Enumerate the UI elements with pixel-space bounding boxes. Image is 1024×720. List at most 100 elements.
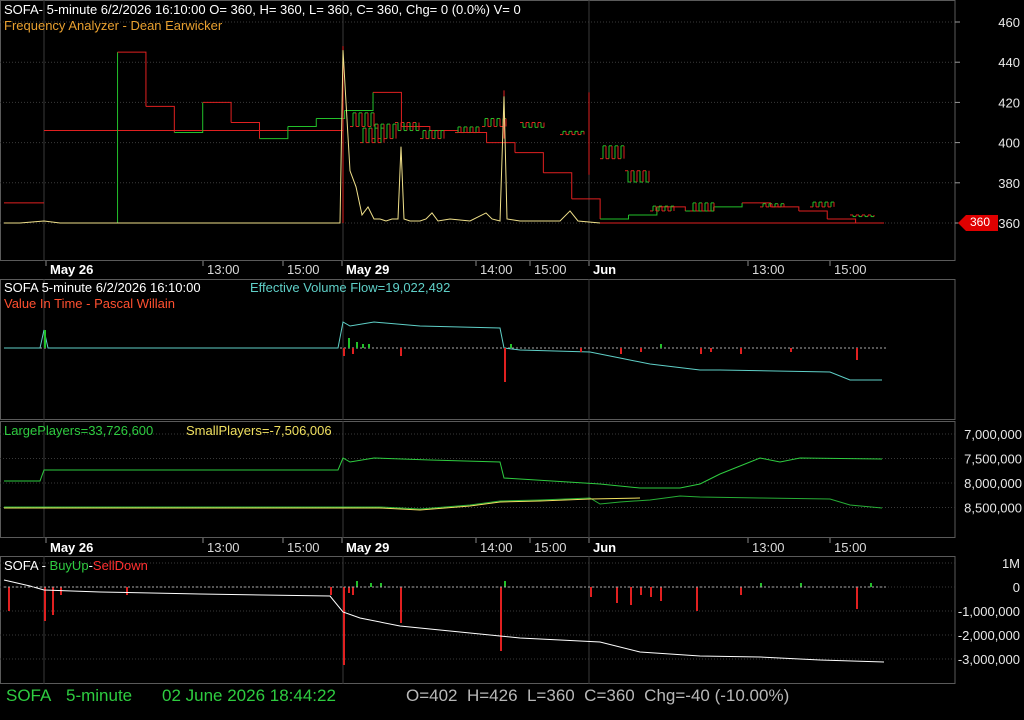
players-axis-label-2: 8,000,000 bbox=[964, 476, 1022, 491]
xaxis-top-label-3: May 29 bbox=[346, 262, 389, 277]
vit-bar-6 bbox=[368, 344, 370, 348]
status-interval: 5-minute bbox=[66, 686, 133, 705]
buysell-bar-7 bbox=[348, 587, 350, 593]
xaxis-bottom-label-4: 14:00 bbox=[480, 540, 513, 555]
xaxis-top-label-0: May 26 bbox=[50, 262, 93, 277]
panel-border-4 bbox=[0, 556, 956, 684]
vit-bar-10 bbox=[580, 348, 582, 352]
price-step-30 bbox=[827, 218, 857, 223]
price-step-13 bbox=[344, 92, 374, 111]
buysell-bar-16 bbox=[616, 587, 618, 603]
vit-bar-1 bbox=[343, 348, 345, 356]
price-step-29 bbox=[798, 210, 828, 219]
price-axis-label-4: 380 bbox=[998, 176, 1020, 191]
xaxis-top-label-4: 14:00 bbox=[480, 262, 513, 277]
price-step-10 bbox=[259, 126, 289, 140]
buysell-bar-1 bbox=[44, 587, 46, 621]
buysell-bar-13 bbox=[500, 587, 502, 651]
buysell-axis-label-3: -2,000,000 bbox=[958, 628, 1020, 643]
vit-bar-13 bbox=[660, 344, 662, 348]
buysell-bar-14 bbox=[504, 581, 506, 587]
xaxis-top-label-1: 13:00 bbox=[207, 262, 240, 277]
status-symbol: SOFA bbox=[6, 686, 52, 705]
xaxis-top-label-6: Jun bbox=[593, 262, 616, 277]
large-players-label: LargePlayers=33,726,600 bbox=[4, 423, 154, 438]
price-axis-label-3: 400 bbox=[998, 136, 1020, 151]
last-price-badge-text: 360 bbox=[970, 215, 991, 229]
buysell-bar-26 bbox=[870, 583, 872, 587]
price-step-28 bbox=[770, 206, 800, 211]
price-step-17 bbox=[458, 132, 488, 143]
buysell-bar-24 bbox=[800, 583, 802, 587]
price-step-11 bbox=[287, 118, 317, 128]
price-step-8 bbox=[202, 101, 232, 123]
buysell-bar-22 bbox=[740, 587, 742, 595]
vit-panel-header: SOFA 5-minute 6/2/2026 16:10:00 bbox=[4, 280, 201, 295]
buysell-bar-18 bbox=[640, 587, 642, 595]
price-step-14 bbox=[373, 91, 402, 127]
price-step-20 bbox=[543, 172, 573, 199]
price-axis-label-1: 440 bbox=[998, 55, 1020, 70]
buysell-axis-label-1: 0 bbox=[1013, 580, 1020, 595]
xaxis-bottom-label-1: 13:00 bbox=[207, 540, 240, 555]
players-axis-label-0: 7,000,000 bbox=[964, 427, 1022, 442]
price-step-7 bbox=[174, 102, 204, 134]
buyup-selldown-title: SOFA - BuyUp-SellDown bbox=[4, 558, 148, 573]
buysell-axis-label-4: -3,000,000 bbox=[958, 652, 1020, 667]
buysell-bar-5 bbox=[330, 587, 332, 595]
xaxis-top-label-2: 15:00 bbox=[287, 262, 320, 277]
xaxis-bottom-label-0: May 26 bbox=[50, 540, 93, 555]
buysell-bar-23 bbox=[760, 583, 762, 587]
panel-border-3 bbox=[0, 421, 956, 538]
players-axis-label-1: 7,500,000 bbox=[964, 452, 1022, 467]
symbol-label: SOFA bbox=[4, 558, 38, 573]
buysell-bar-0 bbox=[8, 587, 10, 611]
players-axis-label-3: 8,500,000 bbox=[964, 501, 1022, 516]
price-panel-header: SOFA- 5-minute 6/2/2026 16:10:00 O= 360,… bbox=[4, 2, 521, 17]
status-datetime: 02 June 2026 18:44:22 bbox=[162, 686, 336, 705]
effective-volume-flow-line bbox=[4, 321, 882, 381]
vit-bar-2 bbox=[348, 338, 350, 348]
value-in-time-label: Value In Time - Pascal Willain bbox=[4, 296, 175, 311]
price-axis-label-0: 460 bbox=[998, 15, 1020, 30]
vit-bar-15 bbox=[710, 348, 712, 352]
price-axis-label-5: 360 bbox=[998, 216, 1020, 231]
buysell-bar-15 bbox=[590, 587, 592, 597]
vit-bar-4 bbox=[356, 342, 358, 348]
buysell-bar-12 bbox=[400, 587, 402, 623]
vit-bar-3 bbox=[352, 348, 354, 354]
buysell-bar-25 bbox=[856, 587, 858, 609]
vit-bar-11 bbox=[620, 348, 622, 354]
price-axis-label-2: 420 bbox=[998, 95, 1020, 110]
price-step-6 bbox=[145, 105, 175, 133]
chart-canvas: 460 440 420 400 380 360 May 26 May 26 13:00 13:00… bbox=[0, 0, 1022, 684]
price-step-5 bbox=[117, 51, 147, 107]
xaxis-bottom-label-3: May 29 bbox=[346, 540, 389, 555]
price-step-21 bbox=[571, 198, 601, 219]
buysell-bar-10 bbox=[370, 583, 372, 587]
xaxis-bottom-label-8: 15:00 bbox=[834, 540, 867, 555]
price-step-4 bbox=[89, 52, 119, 224]
last-price-badge: 360 bbox=[958, 215, 998, 231]
buysell-axis-label-2: -1,000,000 bbox=[958, 604, 1020, 619]
vit-bar-17 bbox=[790, 348, 792, 352]
buysell-bar-8 bbox=[352, 587, 354, 595]
xaxis-top-label-8: 15:00 bbox=[834, 262, 867, 277]
buysell-bar-21 bbox=[696, 587, 698, 611]
frequency-analyzer-label: Frequency Analyzer - Dean Earwicker bbox=[4, 18, 223, 33]
price-step-18 bbox=[486, 142, 516, 153]
xaxis-bottom-label-7: 13:00 bbox=[752, 540, 785, 555]
small-players-label: SmallPlayers=-7,506,006 bbox=[186, 423, 332, 438]
vit-bar-14 bbox=[700, 348, 702, 354]
vit-bar-5 bbox=[362, 344, 364, 348]
status-ohlc: O=402 H=426 L=360 C=360 Chg=-40 (-10.00%… bbox=[406, 686, 790, 705]
effective-volume-flow-label: Effective Volume Flow=19,022,492 bbox=[250, 280, 451, 295]
price-step-12 bbox=[316, 110, 346, 119]
buysell-axis-label-0: 1M bbox=[1002, 556, 1020, 571]
price-step-22 bbox=[600, 214, 630, 220]
xaxis-bottom-label-5: 15:00 bbox=[534, 540, 567, 555]
buysell-bar-4 bbox=[126, 587, 128, 595]
vit-bar-0 bbox=[44, 330, 46, 348]
price-step-26 bbox=[713, 202, 743, 208]
buysell-bar-11 bbox=[380, 583, 382, 587]
